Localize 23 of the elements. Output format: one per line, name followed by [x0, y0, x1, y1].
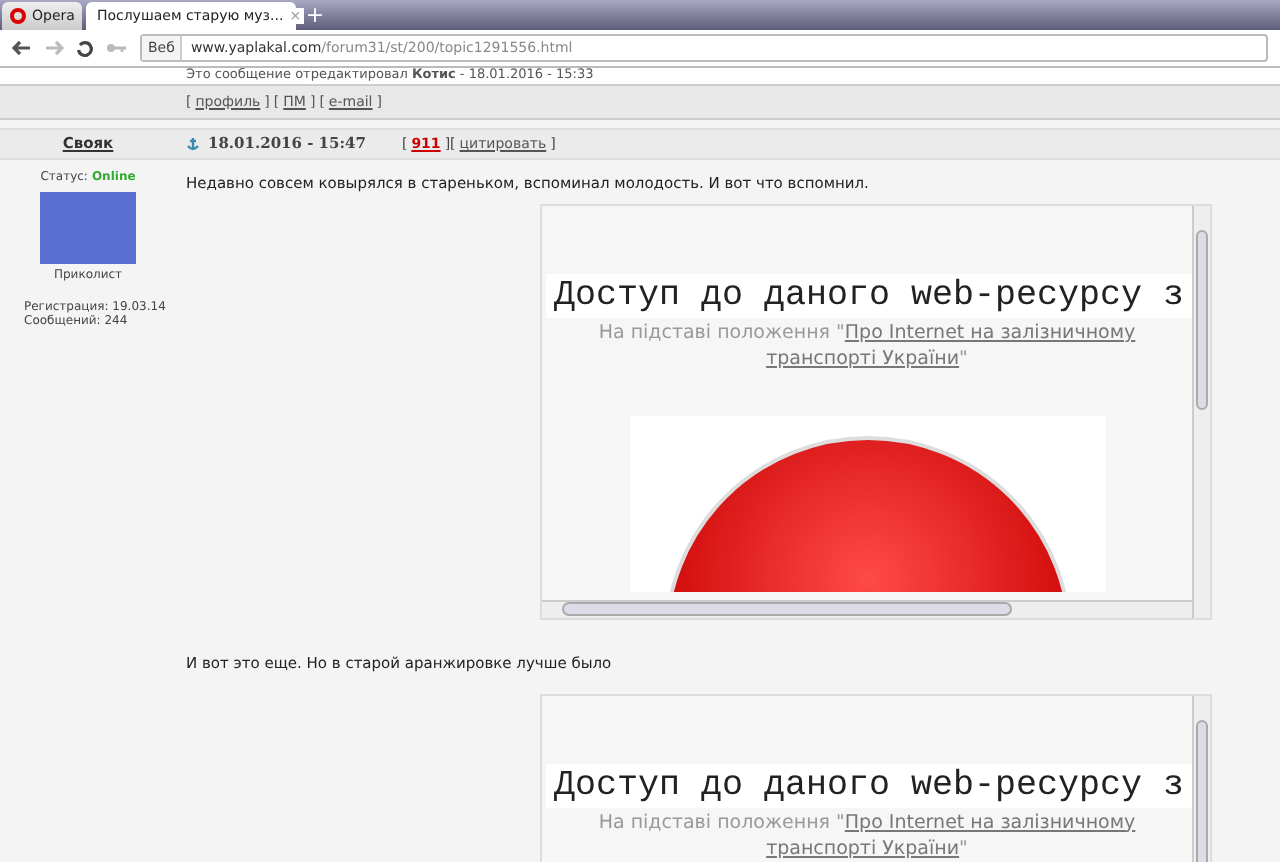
blocked-heading: Доступ до даного web-ресурсу з — [545, 763, 1192, 807]
anchor-icon[interactable] — [186, 136, 200, 152]
notice-text: На підставі положення " — [598, 809, 845, 835]
back-icon[interactable] — [12, 40, 32, 56]
avatar-placeholder — [40, 192, 136, 264]
law-link[interactable]: Про Internet на залізничному — [844, 809, 1136, 835]
scrollbar-thumb[interactable] — [1196, 230, 1208, 411]
scrollbar-thumb[interactable] — [1196, 719, 1208, 862]
blocked-heading: Доступ до даного web-ресурсу з — [545, 274, 1192, 319]
law-link[interactable]: Про Internet на залізничному — [844, 320, 1136, 347]
notice-text: " — [959, 346, 968, 373]
law-link[interactable]: транспорті України — [766, 835, 960, 861]
forward-icon[interactable] — [44, 40, 64, 56]
notice-text: На підставі положення " — [598, 320, 845, 347]
key-icon[interactable] — [106, 42, 128, 54]
scrollbar-thumb[interactable] — [562, 602, 1012, 617]
horizontal-scrollbar[interactable] — [542, 600, 1192, 619]
law-link[interactable]: транспорті України — [766, 346, 960, 373]
vertical-scrollbar[interactable] — [1192, 695, 1210, 862]
notice-text: " — [959, 835, 968, 861]
reload-icon[interactable] — [76, 39, 94, 57]
vertical-scrollbar[interactable] — [1192, 206, 1210, 619]
new-tab-button[interactable]: + — [300, 4, 329, 28]
